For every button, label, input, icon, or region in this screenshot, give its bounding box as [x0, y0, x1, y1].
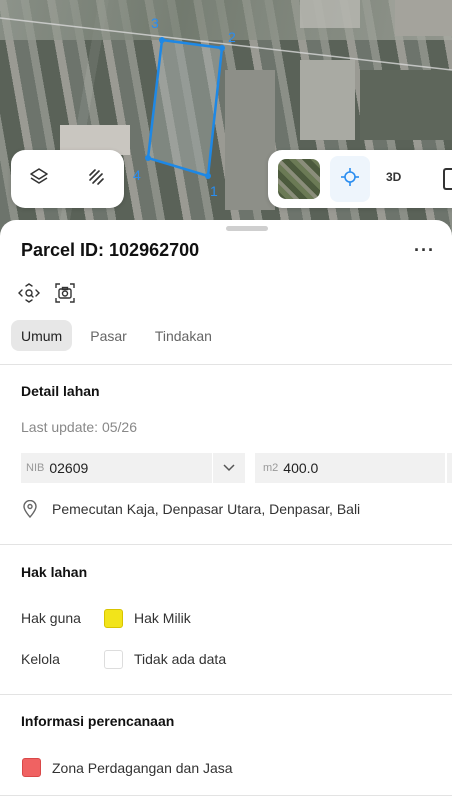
screenshot-icon[interactable] — [55, 283, 75, 303]
kelola-label: Kelola — [21, 651, 60, 667]
fullscreen-button[interactable] — [443, 168, 452, 190]
planning-heading: Informasi perencanaan — [21, 713, 175, 729]
parcel-vertex[interactable] — [159, 37, 165, 43]
more-options-button[interactable]: ··· — [414, 240, 435, 261]
tab-pasar[interactable]: Pasar — [80, 320, 137, 351]
hak-guna-swatch — [104, 609, 123, 628]
sheet-drag-handle[interactable] — [226, 226, 268, 231]
crosshair-icon — [339, 166, 361, 193]
divider — [0, 364, 452, 365]
chevron-down-icon — [223, 459, 235, 477]
vertex-label: 1 — [210, 183, 218, 199]
vertex-label: 2 — [228, 29, 236, 45]
zone-text: Zona Perdagangan dan Jasa — [52, 760, 233, 776]
address-text: Pemecutan Kaja, Denpasar Utara, Denpasar… — [52, 501, 361, 517]
nib-value: 02609 — [49, 460, 89, 476]
hak-guna-value: Hak Milik — [134, 610, 191, 626]
parcel-vertex[interactable] — [219, 45, 225, 51]
map-tools-panel — [11, 150, 124, 208]
kelola-value: Tidak ada data — [134, 651, 227, 667]
satellite-thumbnail-button[interactable] — [278, 159, 320, 199]
locate-button[interactable] — [330, 156, 370, 202]
nib-label: NIB — [26, 462, 45, 474]
parcel-vertex[interactable] — [205, 173, 211, 179]
area-value: 400.0 — [283, 460, 319, 476]
last-update-text: Last update: 05/26 — [21, 419, 137, 435]
parcel-title: Parcel ID: 102962700 — [21, 240, 200, 260]
mode-3d-button[interactable]: 3D — [386, 170, 401, 184]
parcel-vertex[interactable] — [145, 155, 151, 161]
nib-dropdown-button[interactable] — [213, 453, 245, 483]
parcel-polygon[interactable] — [146, 38, 224, 178]
area-unit-label: m2 — [263, 462, 279, 474]
detail-heading: Detail lahan — [21, 383, 100, 399]
area-field-edge — [447, 453, 452, 483]
layers-icon[interactable] — [28, 166, 50, 193]
divider — [0, 694, 452, 695]
map-view-panel: 3D — [268, 150, 452, 208]
divider — [0, 795, 452, 796]
hak-heading: Hak lahan — [21, 564, 88, 580]
draw-line-icon[interactable] — [85, 166, 107, 193]
parcel-info-sheet: Parcel ID: 102962700 ··· Umum Pasar Tind… — [0, 220, 452, 804]
area-field[interactable]: m2 400.0 — [255, 453, 445, 483]
hak-guna-label: Hak guna — [21, 610, 81, 626]
zone-swatch — [22, 758, 41, 777]
location-pin-icon — [23, 500, 37, 518]
divider — [0, 544, 452, 545]
tab-umum[interactable]: Umum — [11, 320, 73, 351]
vertex-label: 4 — [133, 167, 141, 183]
nib-field[interactable]: NIB 02609 — [21, 453, 212, 483]
vertex-label: 3 — [151, 15, 159, 31]
tab-bar: Umum Pasar Tindakan — [11, 320, 230, 351]
kelola-swatch — [104, 650, 123, 669]
zoom-to-parcel-icon[interactable] — [18, 283, 40, 303]
tab-tindakan[interactable]: Tindakan — [145, 320, 222, 351]
